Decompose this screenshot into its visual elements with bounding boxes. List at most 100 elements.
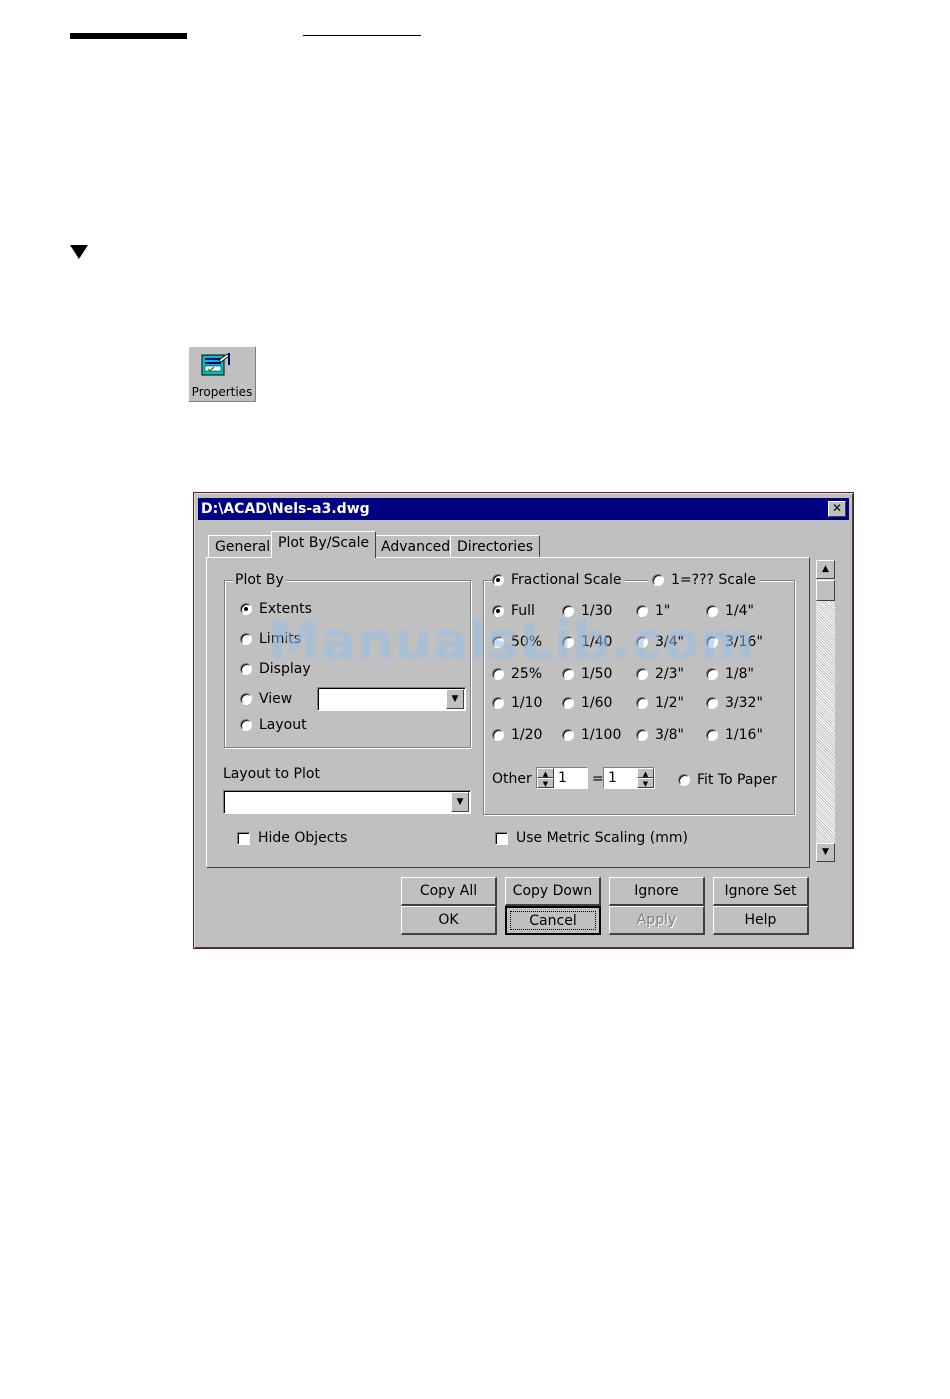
ok-button[interactable]: OK	[401, 906, 497, 935]
radio-button[interactable]	[636, 668, 648, 680]
scale-option[interactable]: 3/4"	[636, 634, 684, 650]
radio-button[interactable]	[652, 574, 664, 586]
scale-option[interactable]: 1/4"	[706, 603, 754, 619]
tab-general[interactable]: General	[208, 535, 278, 557]
radio-button[interactable]	[706, 636, 718, 648]
scale-option[interactable]: Full	[492, 603, 535, 619]
close-button[interactable]: ✕	[828, 501, 846, 517]
radio-button[interactable]	[492, 636, 504, 648]
radio-button[interactable]	[636, 636, 648, 648]
radio-button[interactable]	[240, 663, 252, 675]
radio-button[interactable]	[492, 729, 504, 741]
radio-view[interactable]: View	[240, 691, 292, 707]
layout-to-plot-label: Layout to Plot	[223, 766, 320, 782]
radio-button[interactable]	[678, 774, 690, 786]
tab-plot-by-scale[interactable]: Plot By/Scale	[271, 531, 377, 558]
tab-advanced[interactable]: Advanced	[374, 535, 458, 557]
radio-fit-to-paper[interactable]: Fit To Paper	[678, 772, 777, 788]
scale-option[interactable]: 1/60	[562, 695, 612, 711]
scale-option[interactable]: 1/10	[492, 695, 542, 711]
radio-button[interactable]	[492, 605, 504, 617]
radio-button[interactable]	[706, 729, 718, 741]
radio-button[interactable]	[706, 668, 718, 680]
other-right-spinner[interactable]: 1 ▲ ▼	[603, 767, 655, 789]
checkbox[interactable]	[495, 831, 508, 845]
ignore-button[interactable]: Ignore	[609, 877, 705, 906]
radio-button[interactable]	[562, 636, 574, 648]
scroll-up-icon[interactable]: ▲	[816, 560, 835, 579]
copy-all-button[interactable]: Copy All	[401, 877, 497, 906]
radio-limits[interactable]: Limits	[240, 631, 301, 647]
scale-option[interactable]: 1/100	[562, 727, 621, 743]
properties-toolbar-button[interactable]: Properties	[188, 346, 256, 402]
radio-label: Full	[511, 603, 535, 619]
metric-scaling-checkbox[interactable]: Use Metric Scaling (mm)	[495, 830, 688, 846]
spin-down-icon[interactable]: ▼	[537, 778, 554, 788]
properties-icon	[201, 353, 230, 376]
dialog-titlebar[interactable]: D:\ACAD\Nels-a3.dwg ✕	[198, 498, 849, 520]
radio-label: View	[259, 691, 293, 707]
scale-option[interactable]: 50%	[492, 634, 542, 650]
spin-buttons[interactable]: ▲ ▼	[637, 768, 654, 788]
radio-label: 3/4"	[655, 634, 684, 650]
cancel-button[interactable]: Cancel	[505, 906, 601, 935]
radio-label: 1=??? Scale	[671, 572, 757, 588]
scale-option[interactable]: 1/2"	[636, 695, 684, 711]
spin-up-icon[interactable]: ▲	[537, 768, 554, 778]
scale-option[interactable]: 3/16"	[706, 634, 763, 650]
scale-option[interactable]: 1/30	[562, 603, 612, 619]
scale-option[interactable]: 1/50	[562, 666, 612, 682]
radio-label: Extents	[259, 601, 312, 617]
scale-option[interactable]: 3/32"	[706, 695, 763, 711]
radio-button[interactable]	[492, 668, 504, 680]
radio-button[interactable]	[240, 603, 252, 615]
radio-fractional-scale[interactable]: Fractional Scale	[492, 572, 626, 588]
radio-button[interactable]	[636, 697, 648, 709]
spin-buttons[interactable]: ▲ ▼	[537, 768, 554, 788]
radio-button[interactable]	[706, 697, 718, 709]
spin-up-icon[interactable]: ▲	[637, 768, 654, 778]
radio-button[interactable]	[562, 605, 574, 617]
radio-button[interactable]	[636, 729, 648, 741]
checkbox[interactable]	[237, 831, 250, 845]
scale-option[interactable]: 3/8"	[636, 727, 684, 743]
scale-option[interactable]: 1/40	[562, 634, 612, 650]
radio-button[interactable]	[492, 574, 504, 586]
scroll-thumb[interactable]	[816, 580, 835, 601]
radio-label: Limits	[259, 631, 301, 647]
vertical-scrollbar[interactable]: ▲ ▼	[816, 560, 835, 862]
other-left-spinner[interactable]: ▲ ▼ 1	[536, 767, 588, 789]
ignore-set-button[interactable]: Ignore Set	[713, 877, 809, 906]
tab-directories[interactable]: Directories	[450, 535, 541, 557]
radio-button[interactable]	[240, 719, 252, 731]
radio-layout[interactable]: Layout	[240, 717, 307, 733]
scale-option[interactable]: 1/16"	[706, 727, 763, 743]
scale-option[interactable]: 25%	[492, 666, 542, 682]
radio-one-equals-scale[interactable]: 1=??? Scale	[648, 572, 761, 588]
layout-to-plot-select[interactable]: ▼	[223, 790, 471, 814]
scale-option[interactable]: 1/20	[492, 727, 542, 743]
chevron-down-icon[interactable]: ▼	[446, 689, 464, 709]
radio-button[interactable]	[636, 605, 648, 617]
radio-button[interactable]	[240, 633, 252, 645]
hide-objects-checkbox[interactable]: Hide Objects	[237, 830, 347, 846]
radio-extents[interactable]: Extents	[240, 601, 312, 617]
radio-display[interactable]: Display	[240, 661, 311, 677]
copy-down-button[interactable]: Copy Down	[505, 877, 601, 906]
radio-button[interactable]	[492, 697, 504, 709]
radio-label: 1/16"	[725, 727, 763, 743]
chevron-down-icon[interactable]: ▼	[451, 792, 469, 812]
radio-button[interactable]	[562, 697, 574, 709]
scale-option[interactable]: 1/8"	[706, 666, 754, 682]
radio-button[interactable]	[240, 693, 252, 705]
radio-button[interactable]	[562, 729, 574, 741]
spin-down-icon[interactable]: ▼	[637, 778, 654, 788]
scroll-down-icon[interactable]: ▼	[816, 843, 835, 862]
help-button[interactable]: Help	[713, 906, 809, 935]
view-select[interactable]: ▼	[317, 687, 466, 711]
radio-button[interactable]	[706, 605, 718, 617]
apply-button[interactable]: Apply	[609, 906, 705, 935]
radio-button[interactable]	[562, 668, 574, 680]
scale-option[interactable]: 2/3"	[636, 666, 684, 682]
scale-option[interactable]: 1"	[636, 603, 670, 619]
